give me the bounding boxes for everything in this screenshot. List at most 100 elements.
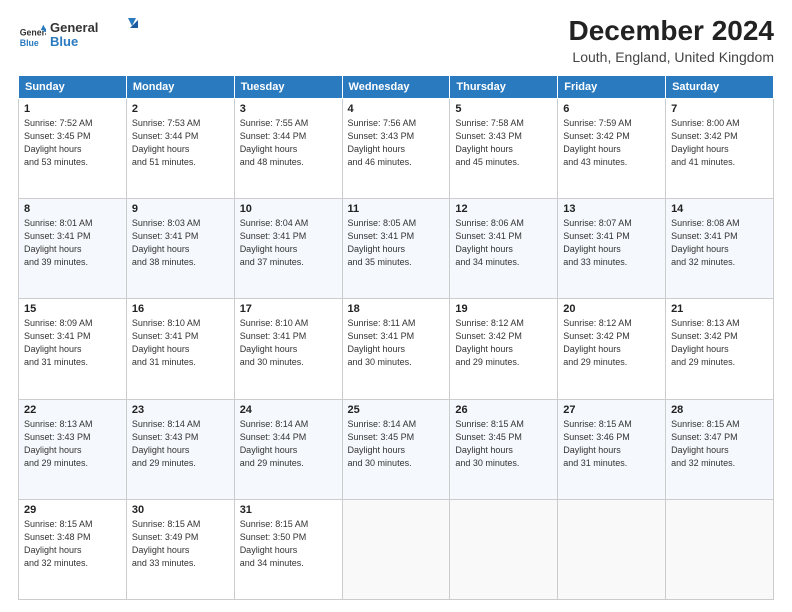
day-number: 27 <box>563 404 660 416</box>
calendar-cell: 19 Sunrise: 8:12 AM Sunset: 3:42 PM Dayl… <box>450 299 558 399</box>
calendar-cell: 29 Sunrise: 8:15 AM Sunset: 3:48 PM Dayl… <box>19 499 127 599</box>
calendar-cell <box>558 499 666 599</box>
calendar-cell <box>342 499 450 599</box>
day-info: Sunrise: 7:53 AM Sunset: 3:44 PM Dayligh… <box>132 117 229 169</box>
calendar-cell: 31 Sunrise: 8:15 AM Sunset: 3:50 PM Dayl… <box>234 499 342 599</box>
day-info: Sunrise: 8:01 AM Sunset: 3:41 PM Dayligh… <box>24 217 121 269</box>
calendar-cell <box>666 499 774 599</box>
calendar-week-row: 1 Sunrise: 7:52 AM Sunset: 3:45 PM Dayli… <box>19 98 774 198</box>
calendar-cell: 7 Sunrise: 8:00 AM Sunset: 3:42 PM Dayli… <box>666 98 774 198</box>
calendar-cell: 30 Sunrise: 8:15 AM Sunset: 3:49 PM Dayl… <box>126 499 234 599</box>
day-info: Sunrise: 8:15 AM Sunset: 3:48 PM Dayligh… <box>24 518 121 570</box>
calendar-cell: 14 Sunrise: 8:08 AM Sunset: 3:41 PM Dayl… <box>666 199 774 299</box>
calendar-cell: 21 Sunrise: 8:13 AM Sunset: 3:42 PM Dayl… <box>666 299 774 399</box>
day-number: 30 <box>132 504 229 516</box>
calendar-day-header: Wednesday <box>342 75 450 98</box>
logo-graphic: General Blue <box>50 16 140 52</box>
day-info: Sunrise: 8:15 AM Sunset: 3:47 PM Dayligh… <box>671 418 768 470</box>
day-info: Sunrise: 8:12 AM Sunset: 3:42 PM Dayligh… <box>563 317 660 369</box>
day-number: 7 <box>671 103 768 115</box>
day-number: 9 <box>132 203 229 215</box>
calendar-cell: 5 Sunrise: 7:58 AM Sunset: 3:43 PM Dayli… <box>450 98 558 198</box>
calendar-cell: 22 Sunrise: 8:13 AM Sunset: 3:43 PM Dayl… <box>19 399 127 499</box>
day-info: Sunrise: 8:04 AM Sunset: 3:41 PM Dayligh… <box>240 217 337 269</box>
day-number: 14 <box>671 203 768 215</box>
day-info: Sunrise: 8:14 AM Sunset: 3:43 PM Dayligh… <box>132 418 229 470</box>
day-number: 20 <box>563 303 660 315</box>
calendar-week-row: 8 Sunrise: 8:01 AM Sunset: 3:41 PM Dayli… <box>19 199 774 299</box>
calendar-week-row: 15 Sunrise: 8:09 AM Sunset: 3:41 PM Dayl… <box>19 299 774 399</box>
day-number: 2 <box>132 103 229 115</box>
calendar-cell: 1 Sunrise: 7:52 AM Sunset: 3:45 PM Dayli… <box>19 98 127 198</box>
day-info: Sunrise: 8:11 AM Sunset: 3:41 PM Dayligh… <box>348 317 445 369</box>
day-number: 12 <box>455 203 552 215</box>
calendar-cell: 12 Sunrise: 8:06 AM Sunset: 3:41 PM Dayl… <box>450 199 558 299</box>
calendar-cell: 9 Sunrise: 8:03 AM Sunset: 3:41 PM Dayli… <box>126 199 234 299</box>
logo-icon: General Blue <box>18 23 46 51</box>
calendar-cell: 17 Sunrise: 8:10 AM Sunset: 3:41 PM Dayl… <box>234 299 342 399</box>
day-number: 26 <box>455 404 552 416</box>
day-number: 25 <box>348 404 445 416</box>
calendar-cell: 8 Sunrise: 8:01 AM Sunset: 3:41 PM Dayli… <box>19 199 127 299</box>
calendar-cell: 6 Sunrise: 7:59 AM Sunset: 3:42 PM Dayli… <box>558 98 666 198</box>
day-info: Sunrise: 8:15 AM Sunset: 3:50 PM Dayligh… <box>240 518 337 570</box>
day-info: Sunrise: 7:56 AM Sunset: 3:43 PM Dayligh… <box>348 117 445 169</box>
day-info: Sunrise: 8:12 AM Sunset: 3:42 PM Dayligh… <box>455 317 552 369</box>
calendar-day-header: Sunday <box>19 75 127 98</box>
calendar-day-header: Tuesday <box>234 75 342 98</box>
calendar-cell: 27 Sunrise: 8:15 AM Sunset: 3:46 PM Dayl… <box>558 399 666 499</box>
day-info: Sunrise: 8:15 AM Sunset: 3:46 PM Dayligh… <box>563 418 660 470</box>
calendar-cell: 4 Sunrise: 7:56 AM Sunset: 3:43 PM Dayli… <box>342 98 450 198</box>
day-info: Sunrise: 8:00 AM Sunset: 3:42 PM Dayligh… <box>671 117 768 169</box>
day-number: 24 <box>240 404 337 416</box>
day-info: Sunrise: 7:58 AM Sunset: 3:43 PM Dayligh… <box>455 117 552 169</box>
day-number: 21 <box>671 303 768 315</box>
svg-text:Blue: Blue <box>20 37 39 47</box>
day-number: 6 <box>563 103 660 115</box>
calendar-day-header: Saturday <box>666 75 774 98</box>
calendar-table: SundayMondayTuesdayWednesdayThursdayFrid… <box>18 75 774 600</box>
day-info: Sunrise: 8:09 AM Sunset: 3:41 PM Dayligh… <box>24 317 121 369</box>
day-info: Sunrise: 8:13 AM Sunset: 3:42 PM Dayligh… <box>671 317 768 369</box>
day-info: Sunrise: 7:52 AM Sunset: 3:45 PM Dayligh… <box>24 117 121 169</box>
day-number: 13 <box>563 203 660 215</box>
svg-text:Blue: Blue <box>50 34 78 49</box>
day-info: Sunrise: 8:08 AM Sunset: 3:41 PM Dayligh… <box>671 217 768 269</box>
day-number: 1 <box>24 103 121 115</box>
calendar-cell: 2 Sunrise: 7:53 AM Sunset: 3:44 PM Dayli… <box>126 98 234 198</box>
calendar-cell: 10 Sunrise: 8:04 AM Sunset: 3:41 PM Dayl… <box>234 199 342 299</box>
subtitle: Louth, England, United Kingdom <box>569 49 774 65</box>
day-info: Sunrise: 8:07 AM Sunset: 3:41 PM Dayligh… <box>563 217 660 269</box>
calendar-cell: 11 Sunrise: 8:05 AM Sunset: 3:41 PM Dayl… <box>342 199 450 299</box>
calendar-cell: 15 Sunrise: 8:09 AM Sunset: 3:41 PM Dayl… <box>19 299 127 399</box>
title-block: December 2024 Louth, England, United Kin… <box>569 16 774 65</box>
day-number: 11 <box>348 203 445 215</box>
day-info: Sunrise: 8:14 AM Sunset: 3:45 PM Dayligh… <box>348 418 445 470</box>
day-number: 29 <box>24 504 121 516</box>
calendar-cell: 24 Sunrise: 8:14 AM Sunset: 3:44 PM Dayl… <box>234 399 342 499</box>
calendar-day-header: Friday <box>558 75 666 98</box>
day-number: 4 <box>348 103 445 115</box>
calendar-cell: 18 Sunrise: 8:11 AM Sunset: 3:41 PM Dayl… <box>342 299 450 399</box>
day-number: 3 <box>240 103 337 115</box>
day-number: 5 <box>455 103 552 115</box>
calendar-week-row: 22 Sunrise: 8:13 AM Sunset: 3:43 PM Dayl… <box>19 399 774 499</box>
day-info: Sunrise: 8:10 AM Sunset: 3:41 PM Dayligh… <box>240 317 337 369</box>
calendar-cell: 26 Sunrise: 8:15 AM Sunset: 3:45 PM Dayl… <box>450 399 558 499</box>
day-number: 16 <box>132 303 229 315</box>
calendar-cell: 23 Sunrise: 8:14 AM Sunset: 3:43 PM Dayl… <box>126 399 234 499</box>
calendar-cell: 25 Sunrise: 8:14 AM Sunset: 3:45 PM Dayl… <box>342 399 450 499</box>
day-info: Sunrise: 7:59 AM Sunset: 3:42 PM Dayligh… <box>563 117 660 169</box>
calendar-week-row: 29 Sunrise: 8:15 AM Sunset: 3:48 PM Dayl… <box>19 499 774 599</box>
main-title: December 2024 <box>569 16 774 47</box>
svg-text:General: General <box>50 20 98 35</box>
calendar-cell <box>450 499 558 599</box>
calendar-day-header: Thursday <box>450 75 558 98</box>
calendar-day-header: Monday <box>126 75 234 98</box>
day-number: 15 <box>24 303 121 315</box>
day-info: Sunrise: 8:15 AM Sunset: 3:45 PM Dayligh… <box>455 418 552 470</box>
calendar-cell: 28 Sunrise: 8:15 AM Sunset: 3:47 PM Dayl… <box>666 399 774 499</box>
day-number: 8 <box>24 203 121 215</box>
day-number: 19 <box>455 303 552 315</box>
calendar-header-row: SundayMondayTuesdayWednesdayThursdayFrid… <box>19 75 774 98</box>
